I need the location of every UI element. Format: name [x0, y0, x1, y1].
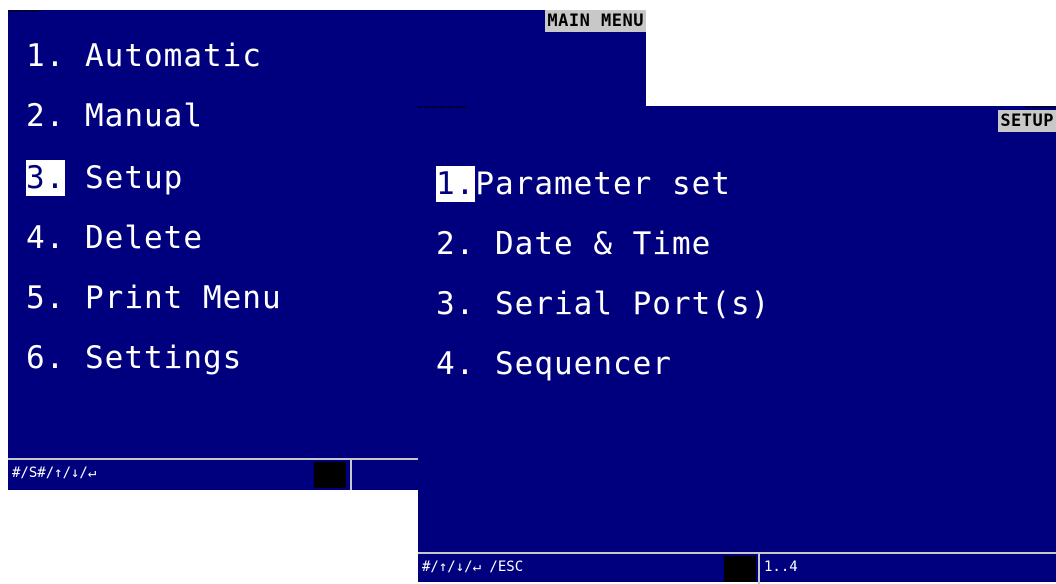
item-number: 6.	[26, 340, 66, 376]
main-menu-item-settings[interactable]: 6. Settings	[26, 340, 242, 376]
status-indicator	[314, 462, 346, 488]
main-menu-item-print-menu[interactable]: 5. Print Menu	[26, 280, 282, 316]
item-number-selected: 1.	[436, 166, 476, 202]
item-label: Serial Port(s)	[495, 286, 771, 322]
item-number: 1.	[26, 38, 66, 74]
item-label: Parameter set	[475, 166, 731, 202]
setup-item-parameter-set[interactable]: 1.Parameter set	[436, 166, 731, 202]
status-range: 1..4	[764, 559, 798, 575]
item-label: Manual	[85, 98, 203, 134]
item-number: 4.	[436, 346, 476, 382]
status-divider	[350, 460, 352, 490]
item-number: 3.	[436, 286, 476, 322]
item-label: Setup	[85, 160, 184, 196]
status-keys: #/S#/↑/↓/↵	[12, 465, 97, 481]
item-number: 2.	[26, 98, 66, 134]
status-indicator	[724, 556, 756, 582]
item-label: Print Menu	[85, 280, 282, 316]
item-label: Automatic	[85, 38, 262, 74]
main-menu-item-automatic[interactable]: 1. Automatic	[26, 38, 262, 74]
item-number: 2.	[436, 226, 476, 262]
item-label: Delete	[85, 220, 203, 256]
status-keys: #/↑/↓/↵ /ESC	[422, 559, 524, 575]
item-label: Sequencer	[495, 346, 672, 382]
item-number: 4.	[26, 220, 66, 256]
item-label: Settings	[85, 340, 243, 376]
setup-window: SETUP 1.Parameter set 2. Date & Time 3. …	[418, 106, 1056, 584]
main-menu-title: MAIN MENU	[545, 10, 646, 32]
corner-dots	[8, 10, 40, 12]
item-label: Date & Time	[495, 226, 712, 262]
item-number-selected: 3.	[26, 160, 66, 196]
setup-title: SETUP	[998, 110, 1056, 132]
main-menu-item-setup[interactable]: 3. Setup	[26, 160, 183, 196]
corner-dots	[418, 106, 468, 108]
main-menu-item-delete[interactable]: 4. Delete	[26, 220, 203, 256]
setup-item-date-time[interactable]: 2. Date & Time	[436, 226, 711, 262]
corner-dots	[1026, 106, 1056, 108]
setup-item-sequencer[interactable]: 4. Sequencer	[436, 346, 672, 382]
main-menu-item-manual[interactable]: 2. Manual	[26, 98, 203, 134]
setup-status-bar: #/↑/↓/↵ /ESC 1..4	[418, 552, 1056, 584]
status-divider	[758, 554, 760, 584]
item-number: 5.	[26, 280, 66, 316]
setup-item-serial-ports[interactable]: 3. Serial Port(s)	[436, 286, 770, 322]
